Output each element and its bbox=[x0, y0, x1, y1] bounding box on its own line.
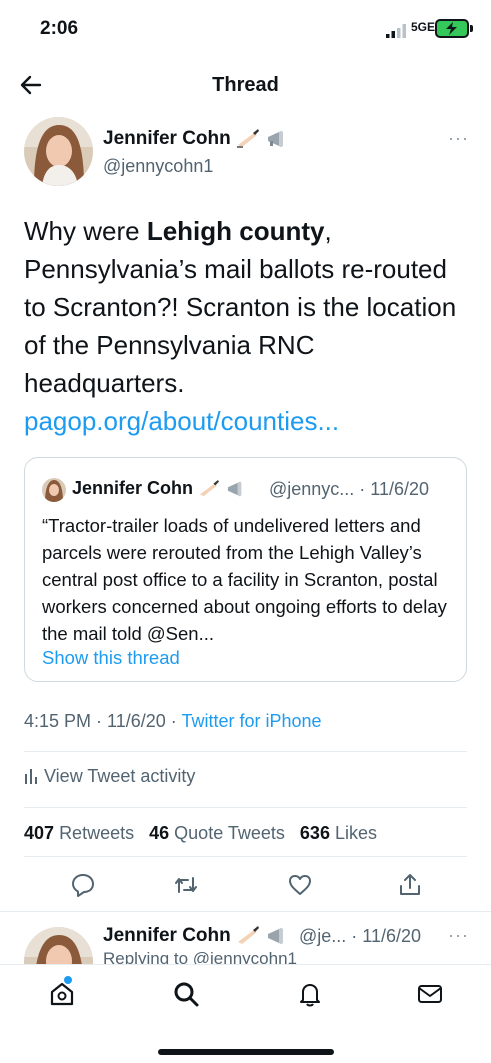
share-icon[interactable] bbox=[397, 872, 423, 898]
quotes-stat[interactable]: 46 Quote Tweets bbox=[149, 823, 285, 843]
status-bar: 2:06 5GE bbox=[0, 0, 491, 60]
megaphone-icon bbox=[268, 130, 284, 147]
bell-icon[interactable] bbox=[295, 979, 325, 1009]
tweet-text-part: Why were bbox=[24, 216, 147, 246]
divider bbox=[24, 807, 467, 808]
search-icon[interactable] bbox=[171, 979, 201, 1009]
show-thread-link[interactable]: Show this thread bbox=[42, 647, 180, 669]
quotes-label: Quote Tweets bbox=[174, 823, 285, 843]
reply-meta: @je... · 11/6/20 bbox=[299, 926, 422, 946]
retweets-label: Retweets bbox=[59, 823, 135, 843]
page-title: Thread bbox=[212, 74, 279, 96]
likes-stat[interactable]: 636 Likes bbox=[300, 823, 377, 843]
notification-dot bbox=[64, 976, 72, 984]
reply-author-name: Jennifer Cohn bbox=[103, 925, 289, 947]
avatar[interactable] bbox=[24, 117, 93, 186]
retweets-stat[interactable]: 407 Retweets bbox=[24, 823, 134, 843]
status-time: 2:06 bbox=[40, 18, 79, 39]
tweet-text-bold: Lehigh county bbox=[146, 216, 325, 246]
megaphone-icon bbox=[227, 482, 242, 497]
tweet-text: Why were Lehigh county, Pennsylvania’s m… bbox=[24, 212, 474, 440]
signal-icon bbox=[386, 24, 406, 38]
bar-chart-icon bbox=[25, 769, 37, 784]
tab-bar bbox=[0, 964, 491, 1063]
divider bbox=[24, 751, 467, 752]
reply-author-text: Jennifer Cohn bbox=[103, 925, 231, 946]
quote-author-name: Jennifer Cohn bbox=[72, 478, 247, 499]
megaphone-icon bbox=[268, 927, 284, 944]
writing-hand-icon bbox=[238, 925, 260, 944]
likes-label: Likes bbox=[334, 823, 378, 843]
home-icon[interactable] bbox=[47, 979, 77, 1009]
quote-avatar bbox=[42, 478, 66, 502]
more-icon[interactable]: ··· bbox=[448, 128, 469, 149]
author-name[interactable]: Jennifer Cohn bbox=[103, 128, 289, 150]
heart-icon[interactable] bbox=[287, 872, 313, 898]
battery-icon bbox=[435, 19, 469, 38]
replying-to: Replying to @jennycohn1 bbox=[103, 949, 297, 964]
retweet-icon[interactable] bbox=[173, 872, 199, 898]
retweets-count: 407 bbox=[24, 823, 55, 843]
reply-avatar bbox=[24, 927, 93, 964]
battery-tip bbox=[470, 25, 473, 32]
tweet-link[interactable]: pagop.org/about/counties... bbox=[24, 406, 339, 436]
tweet-timestamp: 4:15 PM · 11/6/20 bbox=[24, 711, 166, 731]
tweet-source[interactable]: Twitter for iPhone bbox=[181, 711, 321, 731]
quote-text: “Tractor-trailer loads of undelivered le… bbox=[42, 515, 447, 644]
author-name-text: Jennifer Cohn bbox=[103, 128, 231, 149]
reply-icon[interactable] bbox=[70, 872, 96, 898]
writing-hand-icon bbox=[200, 480, 219, 497]
nav-header: Thread bbox=[0, 60, 491, 110]
tweet-meta: 4:15 PM · 11/6/20 · Twitter for iPhone bbox=[24, 711, 322, 732]
reply-tweet[interactable]: Jennifer Cohn @je... · 11/6/20 ··· Reply… bbox=[0, 912, 491, 964]
writing-hand-icon bbox=[237, 128, 260, 148]
quotes-count: 46 bbox=[149, 823, 170, 843]
view-activity-button[interactable]: View Tweet activity bbox=[24, 766, 195, 787]
likes-count: 636 bbox=[299, 823, 330, 843]
home-indicator bbox=[158, 1049, 334, 1055]
author-handle[interactable]: @jennycohn1 bbox=[103, 156, 213, 177]
mail-icon[interactable] bbox=[415, 979, 445, 1009]
quote-author-text: Jennifer Cohn bbox=[72, 478, 194, 498]
quoted-tweet[interactable]: Jennifer Cohn @jennyc... · 11/6/20 “Trac… bbox=[24, 457, 467, 682]
network-label: 5GE bbox=[411, 20, 436, 34]
divider bbox=[24, 856, 467, 857]
more-icon[interactable]: ··· bbox=[448, 925, 469, 946]
activity-label: View Tweet activity bbox=[44, 766, 196, 786]
quote-meta: @jennyc... · 11/6/20 bbox=[269, 479, 430, 499]
meta-separator: · bbox=[170, 711, 177, 731]
tweet-stats: 407 Retweets 46 Quote Tweets 636 Likes bbox=[24, 823, 377, 844]
